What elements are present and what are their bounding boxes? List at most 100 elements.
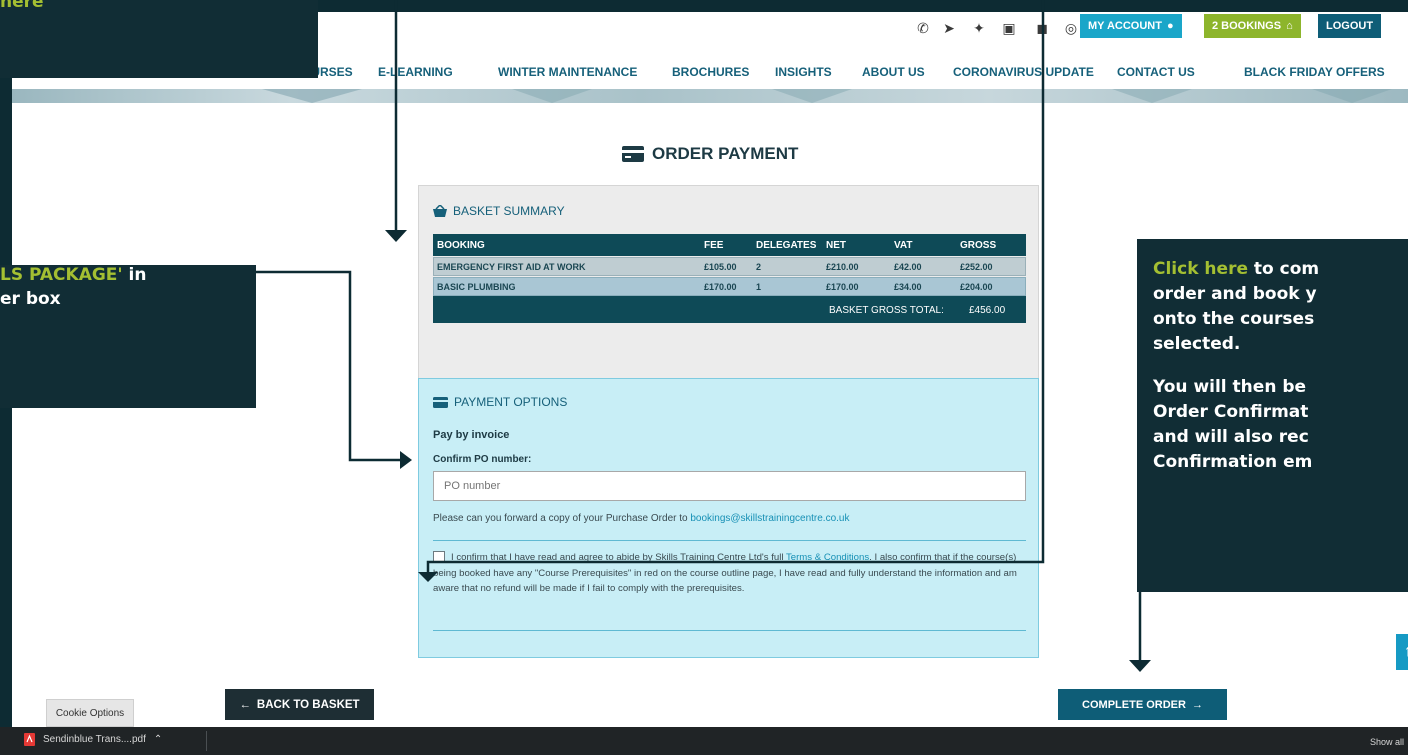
po-number-input[interactable] xyxy=(433,471,1026,501)
callout-top-text: here xyxy=(0,0,44,12)
callout-top: here xyxy=(0,0,318,78)
basket-summary-panel: BASKET SUMMARY BOOKING FEE DELEGATES NET… xyxy=(418,185,1039,379)
terms-text: I confirm that I have read and agree to … xyxy=(433,550,1029,597)
callout-right-line: order and book y xyxy=(1153,284,1317,304)
callout-right-line: Confirmation em xyxy=(1153,452,1313,472)
col-header-gross: GROSS xyxy=(960,239,997,251)
back-to-basket-label: BACK TO BASKET xyxy=(256,698,360,711)
cell-booking: BASIC PLUMBING xyxy=(437,281,516,292)
callout-right-line: You will then be xyxy=(1153,377,1307,397)
payment-options-panel: PAYMENT OPTIONS Pay by invoice Confirm P… xyxy=(418,378,1039,658)
callout-left-rest: in xyxy=(122,265,147,285)
chevron-up-icon[interactable]: ⌃ xyxy=(154,734,162,745)
col-header-booking: BOOKING xyxy=(437,239,485,251)
callout-right-line: and will also rec xyxy=(1153,427,1309,447)
nav-item-winter-maintenance[interactable]: WINTER MAINTENANCE xyxy=(498,65,637,79)
phone-icon[interactable]: ✆ xyxy=(912,18,934,40)
bookings-button[interactable]: 2 BOOKINGS ⌂ xyxy=(1204,14,1301,38)
divider xyxy=(433,630,1026,631)
download-item[interactable]: Sendinblue Trans....pdf ⌃ xyxy=(24,733,162,746)
instagram-icon[interactable]: ◎ xyxy=(1060,18,1082,40)
cell-gross: £204.00 xyxy=(960,281,993,292)
cookie-options-label: Cookie Options xyxy=(55,707,125,719)
my-account-label: MY ACCOUNT xyxy=(1088,20,1162,32)
basket-icon xyxy=(433,205,447,217)
cell-vat: £42.00 xyxy=(894,261,922,272)
callout-right: Click here to com order and book y onto … xyxy=(1137,239,1408,592)
nav-item-insights[interactable]: INSIGHTS xyxy=(775,65,832,79)
browser-download-bar: Sendinblue Trans....pdf ⌃ Show all xyxy=(0,727,1408,755)
cookie-options-button[interactable]: Cookie Options xyxy=(46,699,134,727)
po-email-link[interactable]: bookings@skillstrainingcentre.co.uk xyxy=(690,513,849,524)
nav-item-elearning[interactable]: E-LEARNING xyxy=(378,65,453,79)
callout-right-line: Order Confirmat xyxy=(1153,402,1309,422)
col-header-vat: VAT xyxy=(894,239,913,251)
header-banner xyxy=(12,89,1408,103)
logout-button[interactable]: LOGOUT xyxy=(1318,14,1382,38)
logout-label: LOGOUT xyxy=(1326,20,1374,32)
page-title: ORDER PAYMENT xyxy=(622,144,798,164)
pdf-file-icon xyxy=(24,733,35,746)
cell-delegates: 2 xyxy=(756,261,762,272)
po-note-text: Please can you forward a copy of your Pu… xyxy=(433,513,688,524)
arrow-left-icon: ← xyxy=(239,698,251,711)
basket-total-bar: BASKET GROSS TOTAL: £456.00 xyxy=(433,296,1026,323)
callout-right-line: selected. xyxy=(1153,334,1241,354)
payment-options-label: PAYMENT OPTIONS xyxy=(454,395,568,409)
callout-right-line: onto the courses xyxy=(1153,309,1315,329)
twitter-icon[interactable]: ✦ xyxy=(968,18,990,40)
show-all-link[interactable]: Show all xyxy=(1370,737,1404,747)
table-header-row: BOOKING FEE DELEGATES NET VAT GROSS xyxy=(433,234,1026,256)
cell-delegates: 1 xyxy=(756,281,762,292)
nav-item-brochures[interactable]: BROCHURES xyxy=(672,65,749,79)
table-row: BASIC PLUMBING £170.00 1 £170.00 £34.00 … xyxy=(433,277,1026,296)
cell-booking: EMERGENCY FIRST AID AT WORK xyxy=(437,261,586,272)
user-icon: ● xyxy=(1166,20,1174,32)
po-note: Please can you forward a copy of your Pu… xyxy=(433,513,849,524)
col-header-fee: FEE xyxy=(704,239,724,251)
col-header-net: NET xyxy=(826,239,846,251)
terms-link[interactable]: Terms & Conditions xyxy=(786,552,869,563)
complete-order-label: COMPLETE ORDER xyxy=(1082,698,1186,711)
callout-left-line1: LS PACKAGE' in xyxy=(0,265,147,285)
callout-right-line1: Click here to com xyxy=(1153,259,1319,279)
nav-item-contact-us[interactable]: CONTACT US xyxy=(1117,65,1195,79)
nav-item-about-us[interactable]: ABOUT US xyxy=(862,65,925,79)
bookings-label: 2 BOOKINGS xyxy=(1212,20,1282,32)
divider xyxy=(206,731,207,751)
scroll-to-top-button[interactable]: ↑ xyxy=(1396,634,1408,670)
callout-left-highlight: LS PACKAGE' xyxy=(0,265,123,285)
col-header-delegates: DELEGATES xyxy=(756,239,817,251)
callout-left-line2: er box xyxy=(0,289,61,309)
arrow-up-icon: ↑ xyxy=(1404,643,1408,660)
my-account-button[interactable]: MY ACCOUNT ● xyxy=(1080,14,1182,38)
po-number-label: Confirm PO number: xyxy=(433,454,532,465)
back-to-basket-button[interactable]: ← BACK TO BASKET xyxy=(225,689,374,720)
cell-vat: £34.00 xyxy=(894,281,922,292)
callout-left: LS PACKAGE' in er box xyxy=(0,265,256,408)
download-file-name: Sendinblue Trans....pdf xyxy=(43,734,146,745)
facebook-icon[interactable]: ◼ xyxy=(1031,18,1053,40)
basket-summary-title: BASKET SUMMARY xyxy=(433,204,565,218)
cell-net: £210.00 xyxy=(826,261,859,272)
cell-gross: £252.00 xyxy=(960,261,993,272)
page-title-text: ORDER PAYMENT xyxy=(652,144,799,163)
nav-item-coronavirus-update[interactable]: CORONAVIRUS UPDATE xyxy=(953,65,1094,79)
basket-total-label: BASKET GROSS TOTAL: xyxy=(829,305,944,316)
divider xyxy=(433,540,1026,541)
complete-order-button[interactable]: COMPLETE ORDER → xyxy=(1058,689,1227,720)
cell-fee: £170.00 xyxy=(704,281,737,292)
cell-net: £170.00 xyxy=(826,281,859,292)
callout-right-highlight: Click here xyxy=(1153,259,1248,279)
table-row: EMERGENCY FIRST AID AT WORK £105.00 2 £2… xyxy=(433,257,1026,276)
credit-card-icon xyxy=(622,146,644,162)
send-icon[interactable]: ➤ xyxy=(938,18,960,40)
payment-options-title: PAYMENT OPTIONS xyxy=(433,395,567,409)
terms-text-before: I confirm that I have read and agree to … xyxy=(451,552,784,563)
basket-total-value: £456.00 xyxy=(969,305,1006,316)
credit-card-icon xyxy=(433,396,448,408)
linkedin-icon[interactable]: ▣ xyxy=(998,18,1020,40)
payment-method-label: Pay by invoice xyxy=(433,429,510,441)
callout-right-line1-rest: to com xyxy=(1247,259,1320,279)
nav-item-black-friday-offers[interactable]: BLACK FRIDAY OFFERS xyxy=(1244,65,1385,79)
